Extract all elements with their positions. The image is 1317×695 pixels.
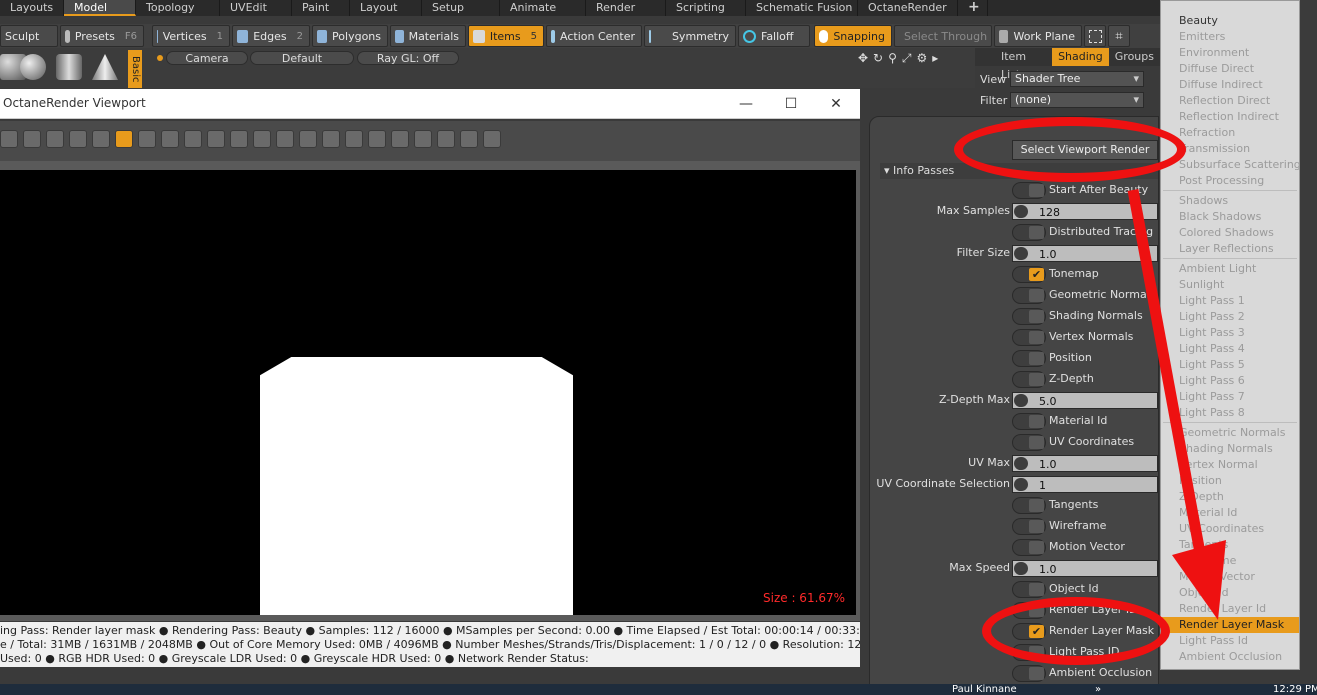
app-window: Layouts Model Topology UVEdit Paint Layout Set… (0, 0, 1317, 695)
annotation-arrow (1127, 189, 1226, 620)
arrow-shaft (1127, 189, 1211, 581)
arrow-head (1172, 540, 1226, 620)
